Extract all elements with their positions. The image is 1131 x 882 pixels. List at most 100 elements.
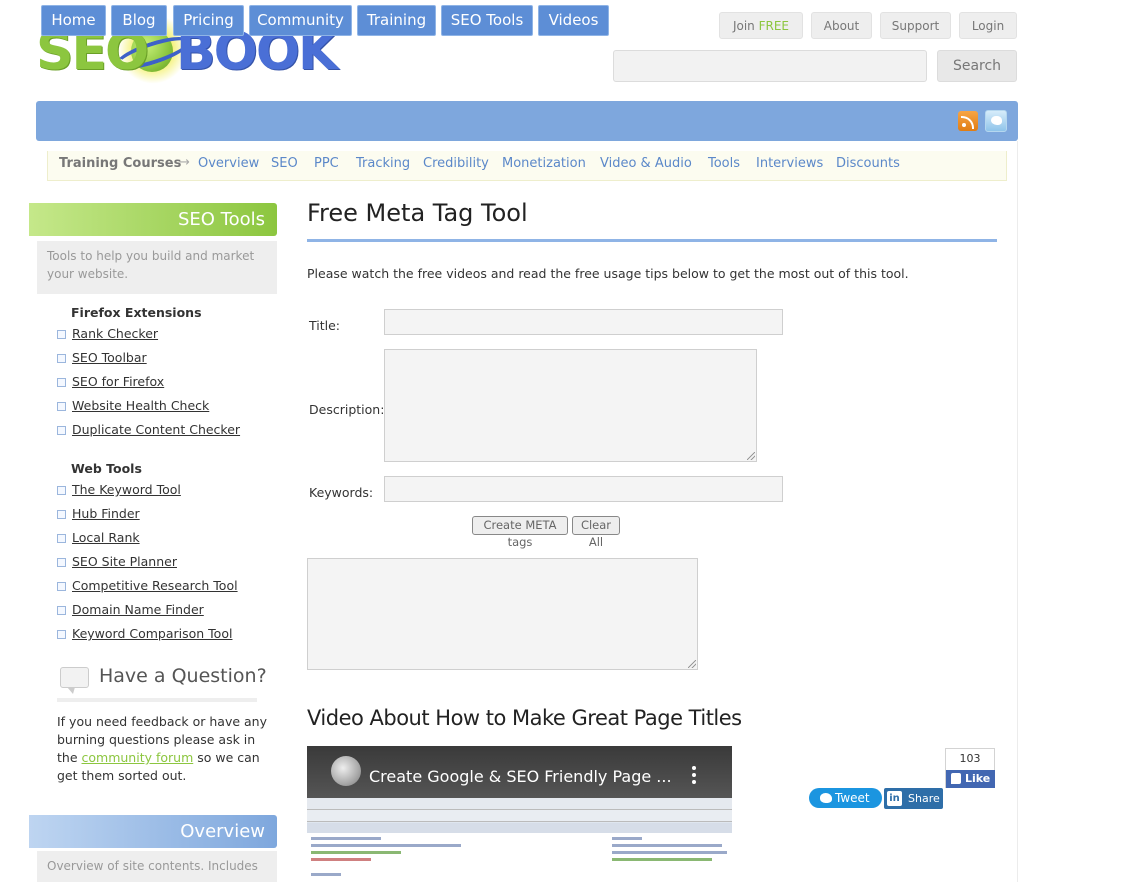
link-domain-name-finder[interactable]: Domain Name Finder <box>72 602 204 617</box>
video-page-line <box>612 851 727 854</box>
clear-all-button[interactable]: Clear All <box>572 516 620 549</box>
like-count: 103 <box>959 752 981 765</box>
facebook-like-box[interactable]: 103 Like <box>945 748 995 788</box>
sidebar-link[interactable]: Competitive Research Tool <box>57 578 238 596</box>
nav-seo-tools[interactable]: SEO Tools <box>441 5 533 36</box>
video-title[interactable]: Create Google & SEO Friendly Page ... <box>369 767 672 786</box>
free-label: FREE <box>758 19 790 33</box>
link-competitive-research-tool[interactable]: Competitive Research Tool <box>72 578 238 593</box>
nav-training[interactable]: Training <box>357 5 436 36</box>
video-browser-toolbar <box>307 798 732 810</box>
title-input[interactable] <box>384 309 783 335</box>
subnav-overview[interactable]: Overview <box>198 156 259 171</box>
share-label: Share <box>908 792 940 805</box>
subnav-tools[interactable]: Tools <box>708 156 740 171</box>
page-title: Free Meta Tag Tool <box>307 199 528 227</box>
sidebar-link[interactable]: SEO Toolbar <box>57 350 147 368</box>
sidebar-link[interactable]: Hub Finder <box>57 506 140 524</box>
subnav-interviews[interactable]: Interviews <box>756 156 823 171</box>
sidebar-link[interactable]: The Keyword Tool <box>57 482 181 500</box>
nav-home[interactable]: Home <box>41 5 106 36</box>
channel-avatar[interactable] <box>331 756 361 786</box>
bullet-icon <box>57 510 66 519</box>
nav-blog[interactable]: Blog <box>111 5 167 36</box>
twitter-bird-icon <box>820 793 832 803</box>
link-duplicate-content-checker[interactable]: Duplicate Content Checker <box>72 422 240 437</box>
subnav-discounts[interactable]: Discounts <box>836 156 900 171</box>
description-label: Description: <box>309 402 385 417</box>
link-keyword-comparison-tool[interactable]: Keyword Comparison Tool <box>72 626 232 641</box>
search-input[interactable] <box>613 50 927 82</box>
sidebar-link[interactable]: Local Rank <box>57 530 140 548</box>
main-nav <box>36 101 1018 141</box>
sidebar-link[interactable]: Website Health Check <box>57 398 209 416</box>
subnav-seo[interactable]: SEO <box>271 156 298 171</box>
bullet-icon <box>57 582 66 591</box>
link-keyword-tool[interactable]: The Keyword Tool <box>72 482 181 497</box>
arrow-right-icon: → <box>179 155 190 170</box>
rss-icon[interactable] <box>958 111 978 131</box>
linkedin-share-button[interactable]: in Share <box>884 788 943 809</box>
speech-bubble-icon <box>60 667 89 694</box>
tweet-button[interactable]: Tweet <box>809 788 882 808</box>
video-player[interactable]: Create Google & SEO Friendly Page ... <box>307 746 732 882</box>
join-label: Join <box>732 19 759 33</box>
sidebar-link[interactable]: Rank Checker <box>57 326 158 344</box>
meta-output-textarea[interactable] <box>307 558 698 670</box>
description-textarea[interactable] <box>384 349 757 462</box>
link-seo-for-firefox[interactable]: SEO for Firefox <box>72 374 164 389</box>
nav-community[interactable]: Community <box>249 5 352 36</box>
sidebar-link[interactable]: Duplicate Content Checker <box>57 422 240 440</box>
overview-description: Overview of site contents. Includes <box>37 851 277 882</box>
facebook-like-button[interactable]: Like <box>946 770 995 788</box>
bullet-icon <box>57 606 66 615</box>
subnav-ppc[interactable]: PPC <box>314 156 339 171</box>
link-local-rank[interactable]: Local Rank <box>72 530 140 545</box>
nav-pricing[interactable]: Pricing <box>173 5 244 36</box>
subnav-monetization[interactable]: Monetization <box>502 156 586 171</box>
link-rank-checker[interactable]: Rank Checker <box>72 326 158 341</box>
keywords-input[interactable] <box>384 476 783 502</box>
subnav-video-audio[interactable]: Video & Audio <box>600 156 692 171</box>
resize-handle-icon[interactable] <box>688 660 696 668</box>
like-label: Like <box>965 772 991 785</box>
video-heading: Video About How to Make Great Page Title… <box>307 706 742 730</box>
more-options-icon[interactable] <box>692 766 696 784</box>
support-link[interactable]: Support <box>880 12 951 39</box>
subnav-tracking[interactable]: Tracking <box>356 156 410 171</box>
question-divider <box>57 698 257 702</box>
seo-tools-description: Tools to help you build and market your … <box>37 241 277 294</box>
video-page-line <box>311 837 381 840</box>
link-seo-toolbar[interactable]: SEO Toolbar <box>72 350 147 365</box>
video-page-line <box>311 873 341 876</box>
training-subnav: Training Courses → Overview SEO PPC Trac… <box>47 151 1007 181</box>
content-border <box>1017 141 1018 882</box>
link-hub-finder[interactable]: Hub Finder <box>72 506 140 521</box>
community-forum-link[interactable]: community forum <box>82 750 194 765</box>
video-page-line <box>311 844 461 847</box>
subnav-credibility[interactable]: Credibility <box>423 156 489 171</box>
sidebar-link[interactable]: Keyword Comparison Tool <box>57 626 232 644</box>
bullet-icon <box>57 534 66 543</box>
nav-videos[interactable]: Videos <box>538 5 609 36</box>
intro-text: Please watch the free videos and read th… <box>307 266 909 281</box>
about-link[interactable]: About <box>811 12 872 39</box>
link-seo-site-planner[interactable]: SEO Site Planner <box>72 554 177 569</box>
login-link[interactable]: Login <box>959 12 1017 39</box>
thumbs-up-icon <box>951 773 961 784</box>
sidebar-link[interactable]: SEO for Firefox <box>57 374 164 392</box>
search-button[interactable]: Search <box>937 50 1017 82</box>
sidebar-link[interactable]: Domain Name Finder <box>57 602 204 620</box>
resize-handle-icon[interactable] <box>747 452 755 460</box>
join-free-link[interactable]: Join FREE <box>719 12 803 39</box>
video-page-line <box>311 851 401 854</box>
twitter-icon[interactable] <box>985 110 1007 132</box>
link-website-health-check[interactable]: Website Health Check <box>72 398 209 413</box>
question-heading: Have a Question? <box>99 665 267 687</box>
video-page-line <box>311 858 371 861</box>
video-browser-page <box>307 833 732 882</box>
bullet-icon <box>57 426 66 435</box>
sidebar-link[interactable]: SEO Site Planner <box>57 554 177 572</box>
create-meta-tags-button[interactable]: Create META tags <box>472 516 568 549</box>
bullet-icon <box>57 630 66 639</box>
